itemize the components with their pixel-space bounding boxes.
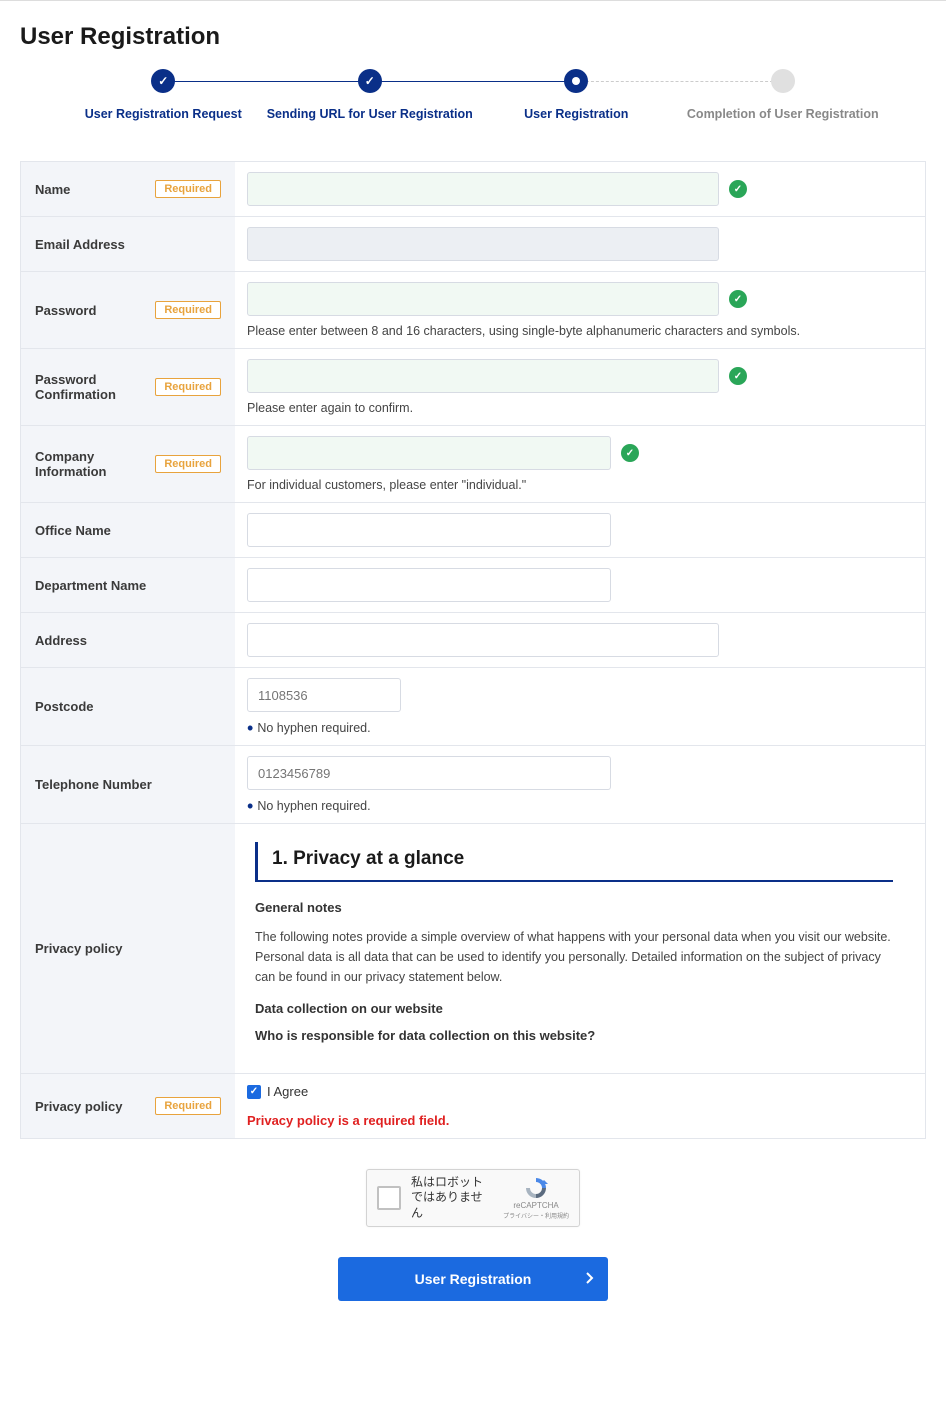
row-email: Email Address (21, 217, 925, 272)
postcode-input[interactable] (247, 678, 401, 712)
helper-text: •No hyphen required. (247, 720, 913, 735)
step-2: Sending URL for User Registration (267, 69, 474, 121)
privacy-subheading: Who is responsible for data collection o… (255, 1028, 893, 1043)
privacy-subheading: General notes (255, 900, 893, 915)
step-done-icon (151, 69, 175, 93)
department-input[interactable] (247, 568, 611, 602)
check-icon (621, 444, 639, 462)
privacy-policy-content[interactable]: 1. Privacy at a glance General notes The… (247, 834, 913, 1063)
office-input[interactable] (247, 513, 611, 547)
field-label: Name (35, 182, 70, 197)
row-name: Name Required (21, 162, 925, 217)
privacy-heading: 1. Privacy at a glance (255, 842, 893, 882)
check-icon (729, 290, 747, 308)
row-privacy-agree: Privacy policy Required I Agree Privacy … (21, 1074, 925, 1138)
required-badge: Required (155, 180, 221, 198)
field-label: Department Name (35, 578, 146, 593)
step-label: Sending URL for User Registration (267, 107, 473, 121)
field-label: Company Information (35, 449, 155, 479)
field-label: Password Confirmation (35, 372, 155, 402)
recaptcha-brand: reCAPTCHA (513, 1201, 558, 1210)
helper-text: Please enter again to confirm. (247, 401, 913, 415)
field-label: Postcode (35, 699, 94, 714)
recaptcha-widget[interactable]: 私はロボットではありません reCAPTCHA プライバシー・利用規約 (366, 1169, 580, 1227)
recaptcha-terms: プライバシー・利用規約 (503, 1211, 569, 1220)
field-label: Email Address (35, 237, 125, 252)
field-label: Privacy policy (35, 941, 122, 956)
step-label: User Registration (524, 107, 628, 121)
row-department: Department Name (21, 558, 925, 613)
page-title: User Registration (20, 1, 926, 69)
helper-text: Please enter between 8 and 16 characters… (247, 324, 913, 338)
recaptcha-container: 私はロボットではありません reCAPTCHA プライバシー・利用規約 (20, 1139, 926, 1257)
row-privacy-view: Privacy policy 1. Privacy at a glance Ge… (21, 824, 925, 1074)
field-label: Privacy policy (35, 1099, 122, 1114)
field-label: Office Name (35, 523, 111, 538)
row-password: Password Required Please enter between 8… (21, 272, 925, 349)
recaptcha-logo: reCAPTCHA プライバシー・利用規約 (503, 1176, 569, 1220)
step-active-icon (564, 69, 588, 93)
row-password-confirm: Password Confirmation Required Please en… (21, 349, 925, 426)
password-input[interactable] (247, 282, 719, 316)
progress-stepper: User Registration Request Sending URL fo… (20, 69, 926, 161)
name-input[interactable] (247, 172, 719, 206)
step-3: User Registration (473, 69, 680, 121)
submit-button[interactable]: User Registration (338, 1257, 608, 1301)
row-postcode: Postcode •No hyphen required. (21, 668, 925, 746)
step-future-icon (771, 69, 795, 93)
registration-form: Name Required Email Address (20, 161, 926, 1139)
step-label: Completion of User Registration (687, 107, 879, 121)
submit-label: User Registration (415, 1271, 532, 1287)
email-input (247, 227, 719, 261)
step-1: User Registration Request (60, 69, 267, 121)
error-text: Privacy policy is a required field. (247, 1113, 913, 1128)
step-done-icon (358, 69, 382, 93)
row-address: Address (21, 613, 925, 668)
step-label: User Registration Request (85, 107, 242, 121)
required-badge: Required (155, 1097, 221, 1115)
privacy-text: The following notes provide a simple ove… (255, 927, 893, 987)
field-label: Password (35, 303, 96, 318)
required-badge: Required (155, 301, 221, 319)
agree-checkbox[interactable] (247, 1085, 261, 1099)
row-phone: Telephone Number •No hyphen required. (21, 746, 925, 824)
address-input[interactable] (247, 623, 719, 657)
password-confirm-input[interactable] (247, 359, 719, 393)
step-4: Completion of User Registration (680, 69, 887, 121)
helper-text: For individual customers, please enter "… (247, 478, 913, 492)
recaptcha-checkbox[interactable] (377, 1186, 401, 1210)
check-icon (729, 180, 747, 198)
required-badge: Required (155, 378, 221, 396)
field-label: Address (35, 633, 87, 648)
row-office: Office Name (21, 503, 925, 558)
required-badge: Required (155, 455, 221, 473)
field-label: Telephone Number (35, 777, 152, 792)
agree-label: I Agree (267, 1084, 308, 1099)
company-input[interactable] (247, 436, 611, 470)
helper-text: •No hyphen required. (247, 798, 913, 813)
check-icon (729, 367, 747, 385)
recaptcha-label: 私はロボットではありません (411, 1175, 493, 1222)
recaptcha-icon (524, 1176, 548, 1200)
phone-input[interactable] (247, 756, 611, 790)
row-company: Company Information Required For individ… (21, 426, 925, 503)
privacy-subheading: Data collection on our website (255, 1001, 893, 1016)
chevron-right-icon (586, 1271, 594, 1287)
